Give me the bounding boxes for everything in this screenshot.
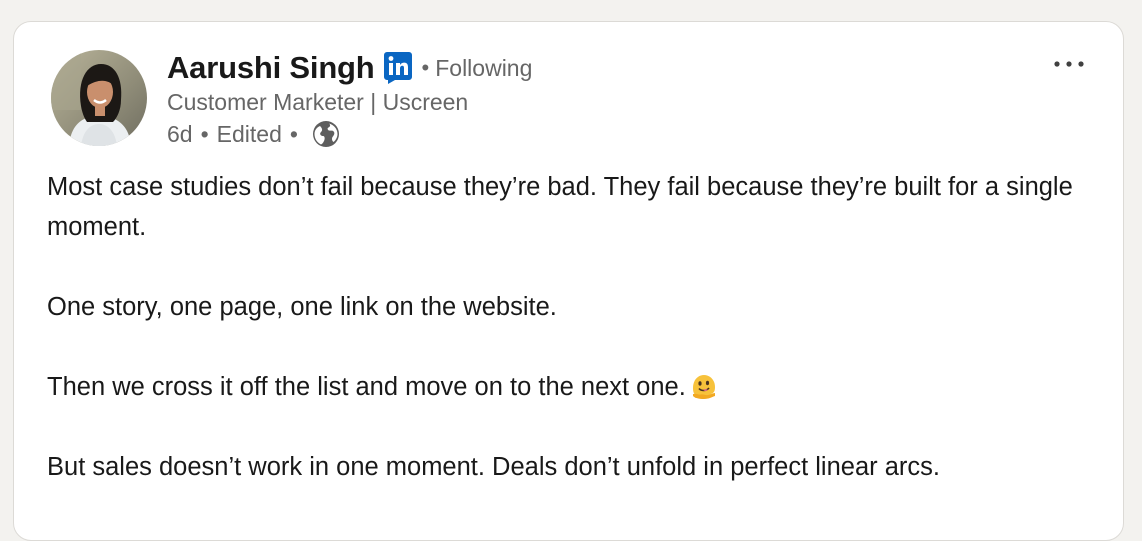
meta-separator: • xyxy=(200,120,209,147)
post-age[interactable]: 6d xyxy=(167,121,193,148)
post-body: Most case studies don’t fail because the… xyxy=(47,167,1107,527)
globe-icon xyxy=(312,120,340,148)
author-avatar[interactable] xyxy=(51,50,147,146)
meta-separator-2: • xyxy=(289,120,298,147)
post-card: Aarushi Singh • Following Customer Marke… xyxy=(13,21,1124,541)
following-status[interactable]: Following xyxy=(435,55,532,82)
post-paragraph-text: Then we cross it off the list and move o… xyxy=(47,373,686,401)
post-paragraph: Most case studies don’t fail because the… xyxy=(47,173,1073,241)
melting-face-emoji xyxy=(690,372,718,400)
post-paragraph: But sales doesn’t work in one moment. De… xyxy=(47,453,940,481)
author-headline: Customer Marketer | Uscreen xyxy=(167,89,469,115)
more-options-button[interactable] xyxy=(1044,44,1094,84)
edited-label: Edited xyxy=(216,120,282,147)
post-meta: 6d • Edited • xyxy=(167,120,340,148)
avatar-photo xyxy=(51,50,147,146)
follow-separator: • xyxy=(421,55,430,80)
linkedin-badge-icon xyxy=(383,52,412,84)
post-paragraph-with-emoji: Then we cross it off the list and move o… xyxy=(47,367,1107,407)
post-paragraph: One story, one page, one link on the web… xyxy=(47,293,557,321)
author-name[interactable]: Aarushi Singh xyxy=(167,50,375,86)
more-options-icon xyxy=(1054,61,1084,67)
author-name-row: Aarushi Singh • Following xyxy=(167,48,532,88)
